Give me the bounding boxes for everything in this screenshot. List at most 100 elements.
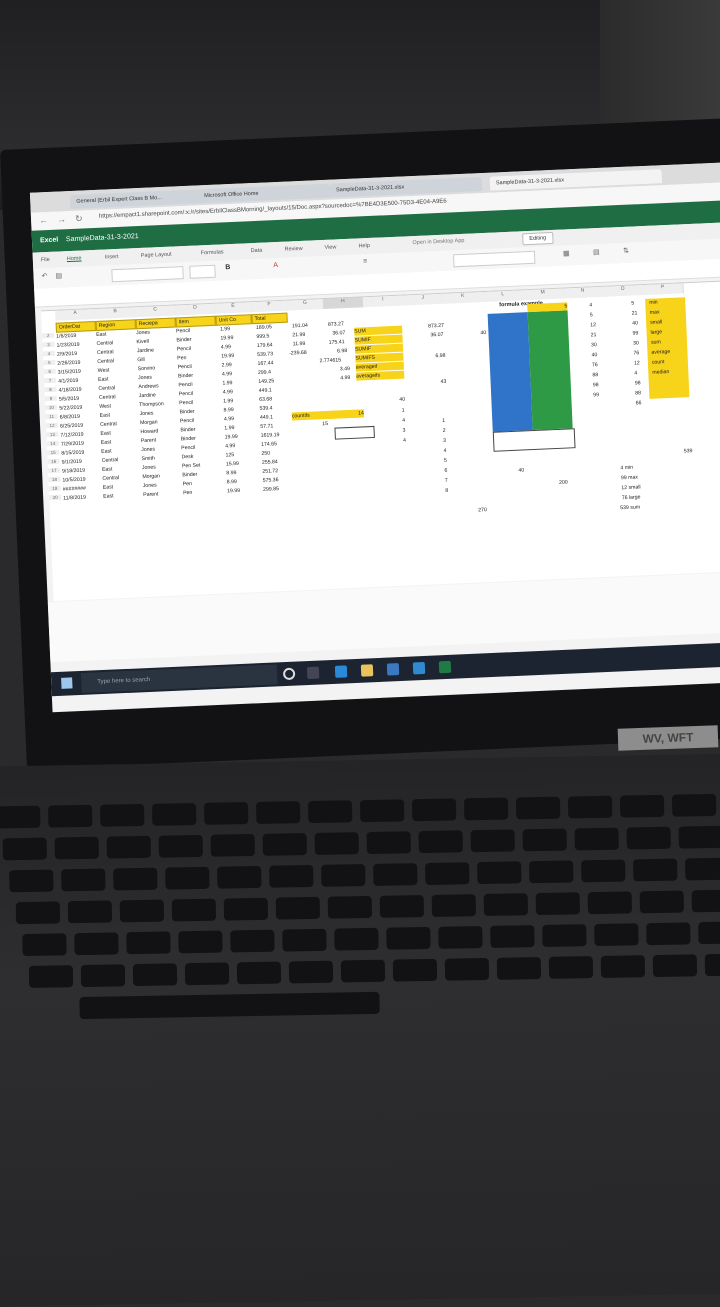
j-seq[interactable]: 1 [442,417,445,425]
table-cell[interactable]: 4.99 [224,415,234,423]
table-cell[interactable]: 189.05 [256,323,272,332]
table-cell[interactable]: Sorvino [138,364,156,373]
table-cell[interactable]: 19.99 [225,433,238,442]
table-cell[interactable]: Pen [183,489,193,497]
n-value[interactable]: 40 [591,351,597,359]
table-cell[interactable]: Central [98,384,115,393]
table-cell[interactable]: 1.99 [222,379,232,387]
table-cell[interactable]: 9/1/2019 [62,458,83,467]
table-cell[interactable]: Gill [137,356,145,364]
table-cell[interactable]: 167.44 [257,359,273,368]
table-cell[interactable]: Central [101,456,119,465]
o-value[interactable]: 21 [632,309,638,317]
j-seq[interactable]: 5 [444,457,447,465]
table-cell[interactable]: Jones [142,464,156,473]
table-cell[interactable]: 149.25 [258,377,274,386]
summary-max[interactable]: 99 max [621,473,638,482]
table-cell[interactable]: 7/12/2019 [60,431,83,440]
table-cell[interactable]: Smith [141,455,155,464]
font-name-box[interactable] [111,266,184,283]
table-cell[interactable]: East [100,411,111,419]
row-number[interactable]: 13 [46,431,59,438]
table-cell[interactable]: East [102,465,113,473]
h-value[interactable]: 2.774615 [319,356,341,365]
table-cell[interactable]: 8.99 [223,406,233,414]
j-seq[interactable]: 2 [443,427,446,435]
table-cell[interactable]: Pencil [176,327,190,336]
j-value[interactable]: 43 [440,378,446,386]
sort-icon[interactable]: ⇅ [623,247,629,255]
tab-home[interactable]: Home [67,256,82,263]
row-number[interactable]: 3 [42,341,55,348]
tab-formulas[interactable]: Formulas [201,249,224,256]
column-header-k[interactable]: K [442,292,485,304]
n-value[interactable]: 98 [593,381,599,389]
m-200-value[interactable]: 200 [559,479,568,487]
table-cell[interactable]: Pencil [180,417,194,426]
label-averageifs[interactable]: averageifs [356,370,405,381]
table-cell[interactable]: 539.4 [259,404,272,413]
h-value[interactable]: 873.27 [328,320,344,329]
column-header-e[interactable]: E [214,302,253,314]
row-number[interactable]: 14 [46,440,59,447]
table-cell[interactable]: 539.73 [257,350,273,359]
table-cell[interactable]: 3/15/2019 [58,368,81,377]
j-value[interactable]: 6.98 [435,352,445,360]
mail-icon[interactable] [412,661,426,675]
header-region[interactable]: Region [95,319,136,331]
table-cell[interactable]: 2/26/2019 [57,359,80,368]
n-value[interactable]: 76 [592,361,598,369]
document-title[interactable]: SampleData-31-3-2021 [66,233,139,243]
table-cell[interactable]: Parent [141,436,157,445]
tab-page-layout[interactable]: Page Layout [141,252,172,259]
table-cell[interactable]: 125 [225,451,234,459]
o-value[interactable]: 76 [633,349,639,357]
table-cell[interactable]: Binder [180,426,195,435]
table-cell[interactable]: 57.71 [260,422,273,431]
table-cell[interactable]: East [96,331,107,339]
column-header-a[interactable]: A [55,308,97,321]
table-cell[interactable]: Jardine [137,346,154,355]
table-cell[interactable]: East [98,375,109,383]
align-icon[interactable]: ≡ [363,258,367,265]
h-value[interactable]: 4.99 [340,374,350,382]
table-cell[interactable]: Andrews [138,382,159,391]
p-539-value[interactable]: 539 [684,447,693,455]
j-value[interactable]: 873.27 [428,322,444,331]
table-cell[interactable]: 250 [261,450,270,458]
table-cell[interactable]: Morgan [142,472,160,481]
row-number[interactable]: 11 [45,413,58,420]
g-value[interactable]: -239.68 [289,349,307,358]
g-value[interactable]: 191.04 [292,322,308,331]
insert-cells-icon[interactable]: ▤ [593,248,600,256]
forward-icon[interactable]: → [57,214,66,224]
table-cell[interactable]: 8.99 [227,478,237,486]
taskbar-search-box[interactable]: Type here to search [80,664,278,693]
header-unit-cost[interactable]: Unit Co [215,314,252,326]
tab-view[interactable]: View [324,244,336,251]
excel-taskbar-icon[interactable] [438,660,452,674]
n-value[interactable]: 21 [590,331,597,339]
table-cell[interactable]: 1.99 [223,397,233,405]
n-value[interactable]: 5 [590,311,593,319]
o-value[interactable]: 88 [635,389,641,397]
header-item[interactable]: Item [175,315,216,328]
p-label[interactable]: count [652,358,665,367]
p-label[interactable]: median [652,368,669,377]
j-seq[interactable]: 4 [443,447,446,455]
summary-small[interactable]: 12 small [621,483,641,492]
countifs-value[interactable]: 14 [327,409,365,419]
table-cell[interactable]: Jones [139,410,154,419]
table-cell[interactable]: Binder [178,372,193,381]
table-cell[interactable]: 19.99 [221,352,234,361]
table-cell[interactable]: West [99,402,111,411]
table-cell[interactable]: Pencil [181,444,195,453]
table-cell[interactable]: 2/9/2019 [57,350,78,359]
o-value[interactable]: 5 [631,299,634,307]
column-header-o[interactable]: O [602,285,644,297]
table-cell[interactable]: Parent [143,490,159,499]
table-cell[interactable]: Binder [181,435,196,444]
j-seq[interactable]: 7 [445,477,448,485]
i-value[interactable]: 1 [402,407,405,415]
summary-min[interactable]: 4 min [620,464,633,473]
